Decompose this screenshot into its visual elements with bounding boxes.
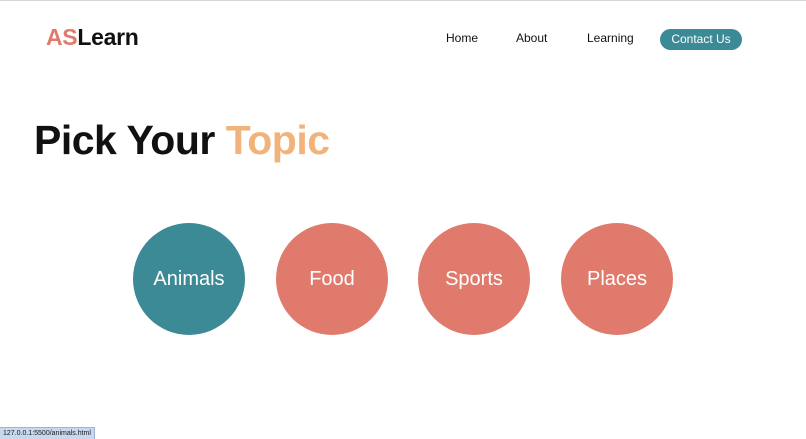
nav-about-link[interactable]: About bbox=[516, 31, 547, 45]
contact-us-button[interactable]: Contact Us bbox=[660, 29, 742, 50]
link-status-bar: 127.0.0.1:5500/animals.html bbox=[0, 427, 95, 439]
page-title: Pick Your Topic bbox=[34, 117, 330, 164]
logo-accent: AS bbox=[46, 24, 78, 50]
site-logo[interactable]: ASLearn bbox=[46, 24, 139, 51]
site-header: ASLearn Home About Learning Contact Us bbox=[0, 0, 806, 78]
topic-label: Sports bbox=[445, 267, 503, 290]
topic-label: Food bbox=[309, 267, 355, 290]
logo-text: Learn bbox=[77, 24, 139, 50]
nav-learning-link[interactable]: Learning bbox=[587, 31, 634, 45]
topic-sports[interactable]: Sports bbox=[418, 223, 530, 335]
topic-label: Animals bbox=[153, 267, 225, 290]
nav-home-link[interactable]: Home bbox=[446, 31, 478, 45]
topic-animals[interactable]: Animals bbox=[133, 223, 245, 335]
topic-label: Places bbox=[586, 267, 648, 290]
page-title-accent: Topic bbox=[225, 117, 330, 163]
topic-list: Animals Food Sports Places bbox=[133, 223, 673, 335]
topic-places[interactable]: Places bbox=[561, 223, 673, 335]
page-title-prefix: Pick Your bbox=[34, 117, 226, 163]
topic-food[interactable]: Food bbox=[276, 223, 388, 335]
